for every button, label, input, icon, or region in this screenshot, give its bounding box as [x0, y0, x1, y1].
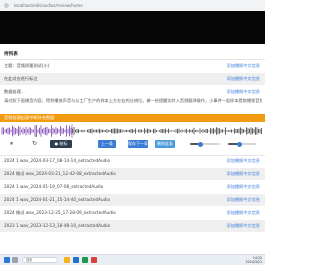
list-item[interactable]: 在此对应进行标注 添加播报中文信息: [0, 73, 265, 85]
add-info-link[interactable]: 添加播报中文信息: [226, 194, 260, 206]
save-next-button[interactable]: 保存下一条: [128, 140, 148, 148]
list-item[interactable]: 数据处理... 添加播报中文信息: [0, 86, 265, 98]
add-info-link[interactable]: 添加播报中文信息: [226, 60, 260, 72]
file-name: 2024 1 wav_2024-01-19_07-08_extractedAud…: [4, 184, 104, 189]
replay-icon[interactable]: ↻: [32, 140, 37, 148]
alert-banner: 音频处理出现中断补充数据: [0, 114, 265, 122]
item-text: 在此对应进行标注: [4, 76, 38, 81]
add-info-link[interactable]: 添加播报中文信息: [226, 168, 260, 180]
taskbar: 搜索 14:22 2024/3/21: [0, 254, 265, 265]
video-preview: [0, 11, 265, 44]
file-name: 2023 1 wav_2023-12-13_18-48-10_extracted…: [4, 223, 111, 228]
clock-date: 2024/3/21: [245, 260, 262, 264]
folder-icon[interactable]: [64, 257, 70, 263]
file-name: 2024 1 wav_2024-01-21_15-14-40_extracted…: [4, 197, 111, 202]
start-icon[interactable]: [4, 257, 10, 263]
file-row[interactable]: 2024 微试 wav_2023-12-25_17-28-09_extracte…: [0, 207, 265, 219]
section-title: 待列表: [4, 52, 18, 57]
address-bar[interactable]: localhost/edit/audios/review/home: [0, 0, 265, 11]
file-row[interactable]: 2024 微试 wav_2024-03-21_12-42-08_extracte…: [0, 168, 265, 180]
section-header: 待列表: [0, 48, 265, 59]
add-info-link[interactable]: 添加播报中文信息: [226, 86, 260, 98]
back-icon[interactable]: [4, 3, 9, 8]
volume-slider[interactable]: [190, 141, 220, 147]
add-info-link[interactable]: 添加播报中文信息: [226, 220, 260, 232]
file-name: 2024 微试 wav_2024-03-21_12-42-08_extracte…: [4, 171, 116, 176]
browser-icon[interactable]: [73, 257, 79, 263]
clock: 14:22 2024/3/21: [246, 256, 262, 264]
speed-knob[interactable]: [236, 141, 242, 147]
mark-button[interactable]: ● 结标: [50, 140, 72, 148]
add-info-link[interactable]: 添加播报中文信息: [226, 181, 260, 193]
file-row[interactable]: 2024 1 wav_2024-03-17_08-14-14_extracted…: [0, 155, 265, 167]
file-row[interactable]: 2024 1 wav_2024-01-21_15-14-40_extracted…: [0, 194, 265, 206]
player-controls: ⏸ ↻ ● 结标 上一条 保存下一条 删除此条: [0, 138, 265, 150]
file-name: 2024 微试 wav_2023-12-25_17-28-09_extracte…: [4, 210, 116, 215]
add-info-link[interactable]: 添加播报中文信息: [226, 207, 260, 219]
file-row[interactable]: 2024 1 wav_2024-01-19_07-08_extractedAud…: [0, 181, 265, 193]
file-name: 2024 1 wav_2024-03-17_08-14-14_extracted…: [4, 158, 111, 163]
volume-knob[interactable]: [198, 141, 203, 147]
pause-icon[interactable]: ⏸: [10, 140, 13, 148]
delete-button[interactable]: 删除此条: [155, 140, 175, 148]
item-text: 主题：音频质量测试(小): [4, 63, 50, 68]
add-info-link[interactable]: 添加播报中文信息: [226, 73, 260, 85]
app-icon[interactable]: [91, 257, 97, 263]
item-text: 数据处理...: [4, 89, 25, 94]
previous-button[interactable]: 上一条: [98, 140, 116, 148]
alert-text: 音频处理出现中断补充数据: [4, 115, 55, 120]
taskbar-search[interactable]: 搜索: [22, 257, 58, 263]
add-info-link[interactable]: 添加播报中文信息: [226, 155, 260, 167]
url-text: localhost/edit/audios/review/home: [14, 3, 83, 8]
audio-waveform[interactable]: [0, 124, 265, 138]
speed-slider[interactable]: [228, 141, 256, 147]
instructions-text: 请对照下面播音内容，得到播放声音与从工厂生产的样本上方左右的分辨位，做一些提醒实…: [4, 98, 262, 103]
list-item[interactable]: 主题：音频质量测试(小) 添加播报中文信息: [0, 60, 265, 72]
chat-icon[interactable]: [82, 257, 88, 263]
widgets-icon[interactable]: [12, 257, 18, 263]
file-row[interactable]: 2023 1 wav_2023-12-13_18-48-10_extracted…: [0, 220, 265, 232]
